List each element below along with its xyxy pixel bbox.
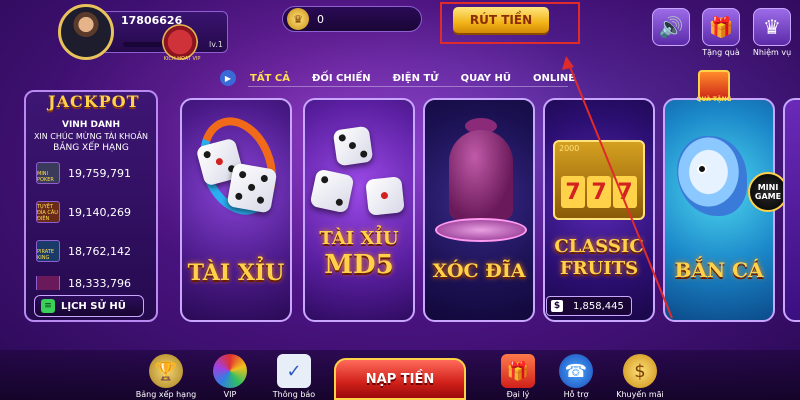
coin-balance: ♛ 0 [282,6,422,32]
vip-activate-badge-label: KICH HOAT VIP [163,56,201,62]
shark-icon [677,136,747,216]
gift-button[interactable]: 🎁 [702,8,740,46]
game-title-line1: CLASSIC [554,236,644,257]
game-title-line1: TÀI XỈU [319,228,399,249]
reel-symbol: 7 [561,176,585,208]
classic-fruits-jackpot-value: 1,858,445 [573,300,624,312]
game-title: BẮN CÁ [674,258,764,282]
jackpot-value: 18,333,796 [68,276,131,290]
mission-button[interactable]: ♛ [753,8,791,46]
jackpot-game-thumbnail: TUYỆT ĐỈA CÂU ĐIÊN [36,201,60,223]
jackpot-honor-label: VINH DANH [61,120,120,130]
game-title-line2: MD5 [324,250,394,280]
jackpot-game-thumbnail: MINI POKER [36,162,60,184]
game-title: XÓC ĐĨA [432,260,526,282]
game-card-partial[interactable] [783,98,800,322]
dollar-icon: $ [551,300,563,312]
dice-icon [309,168,355,214]
game-card-xoc-dia[interactable]: XÓC ĐĨA [423,98,535,322]
mini-game-label-line2: GAME [754,192,782,201]
category-tabs: ▶ TẤT CẢ ĐỐI CHIẾN ĐIỆN TỬ QUAY HŨ ONLIN… [220,68,597,88]
coin-balance-value: 0 [317,12,324,26]
jackpot-congrats-label: XIN CHÚC MỪNG TÀI KHOẢN [33,132,149,141]
jackpot-row[interactable]: 18,333,796 [36,276,154,290]
avatar[interactable] [58,4,114,60]
bottom-nav-label: Khuyến mãi [616,390,664,399]
jackpot-game-thumbnail [36,276,60,290]
mini-game-label-line1: MINI [757,183,779,192]
game-card-ban-ca[interactable]: BẮN CÁ [663,98,775,322]
jackpot-history-button[interactable]: ≡ LỊCH SỬ HŨ [34,295,144,317]
slot-reels: 7 7 7 [561,176,639,208]
dice-icon [365,176,405,216]
gift-icon: 🎁 [708,15,734,39]
jackpot-row[interactable]: PIRATE KING 18,762,142 [36,240,154,262]
jackpot-history-label: LỊCH SỬ HŨ [61,300,126,312]
calendar-icon: ✓ [277,354,311,388]
wheel-icon [213,354,247,388]
tab-online[interactable]: ONLINE [533,73,575,84]
mission-button-label: Nhiệm vụ [752,48,792,57]
tab-all[interactable]: TẤT CẢ [250,73,290,84]
slot-top-value: 2000 [559,144,580,153]
tab-divider [248,86,568,87]
game-title-line2: FRUITS [559,258,639,279]
tab-slots[interactable]: QUAY HŨ [461,73,511,84]
reel-symbol: 7 [613,176,637,208]
bottom-nav-notifications[interactable]: ✓ Thông báo [256,354,332,399]
crown-icon: ♛ [763,15,781,39]
crown-coin-icon: ♛ [287,8,309,30]
profile-card[interactable]: 17806626 lv.1 [58,4,228,60]
trophy-icon: 🏆 [149,354,183,388]
level-label: lv.1 [209,40,223,49]
deposit-button[interactable]: NẠP TIỀN [334,358,466,400]
sound-button[interactable]: 🔊 [652,8,690,46]
jackpot-row[interactable]: TUYỆT ĐỈA CÂU ĐIÊN 19,140,269 [36,201,154,223]
jackpot-ranking-label: BẢNG XẾP HẠNG [53,143,129,153]
vip-activate-badge-icon[interactable] [160,24,200,60]
bowl-icon [449,130,513,220]
gift-icon: 🎁 [501,354,535,388]
reel-symbol: 7 [587,176,611,208]
shark-eye [697,164,707,174]
bottom-nav-label: Thông báo [272,390,316,399]
game-card-classic-fruits[interactable]: 2000 7 7 7 CLASSIC FRUITS [543,98,655,322]
jackpot-value: 19,759,791 [68,166,131,180]
jackpot-row[interactable]: MINI POKER 19,759,791 [36,162,154,184]
jackpot-value: 18,762,142 [68,244,131,258]
tab-versus[interactable]: ĐỐI CHIẾN [312,73,371,84]
game-title: TÀI XỈU [187,260,285,286]
history-icon: ≡ [41,299,55,313]
dice-icon [332,125,374,167]
plate-icon [435,218,527,242]
play-icon[interactable]: ▶ [220,70,236,86]
tab-electronic[interactable]: ĐIỆN TỬ [393,73,439,84]
mini-game-button[interactable]: MINI GAME [748,172,788,212]
jackpot-title: JACKPOT [48,92,140,111]
gift-box-label: QUÀ TẶNG [696,96,732,103]
coin-icon: $ [623,354,657,388]
classic-fruits-jackpot: $ 1,858,445 [546,296,632,316]
withdraw-button[interactable]: RÚT TIỀN [453,7,549,33]
game-card-tai-xiu-md5[interactable]: TÀI XỈU MD5 [303,98,415,322]
bottom-nav-promotions[interactable]: $ Khuyến mãi [602,354,678,399]
game-card-tai-xiu[interactable]: TÀI XỈU [180,98,292,322]
dice-icon [226,162,278,214]
support-icon: ☎ [559,354,593,388]
speaker-icon: 🔊 [658,15,684,39]
jackpot-game-thumbnail: PIRATE KING [36,240,60,262]
jackpot-value: 19,140,269 [68,205,131,219]
